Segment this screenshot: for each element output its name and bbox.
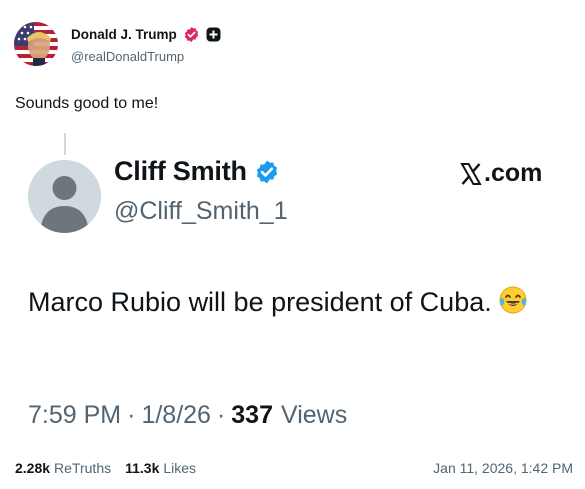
- quoted-meta: 7:59 PM · 1/8/26 · 337 Views: [28, 401, 347, 430]
- verified-check-icon: [254, 159, 280, 185]
- meta-separator: ·: [216, 401, 226, 429]
- quoted-text: Marco Rubio will be president of Cuba.: [28, 281, 548, 323]
- quoted-handle[interactable]: @Cliff_Smith_1: [114, 197, 288, 226]
- thread-divider: [64, 133, 66, 155]
- retruths-count: 2.28k: [15, 460, 51, 476]
- quoted-date[interactable]: 1/8/26: [141, 401, 211, 430]
- x-logo-icon: [459, 162, 483, 186]
- author-handle[interactable]: @realDonaldTrump: [71, 49, 221, 64]
- views-count: 337: [231, 401, 273, 429]
- likes-label: Likes: [163, 460, 197, 476]
- quoted-avatar[interactable]: [28, 160, 101, 233]
- views-label: Views: [281, 401, 348, 429]
- quoted-text-body: Marco Rubio will be president of Cuba.: [28, 287, 492, 317]
- post-header: Donald J. Trump @realDonaldTrump: [14, 22, 221, 66]
- verified-badge-icon: [183, 26, 200, 43]
- post-timestamp[interactable]: Jan 11, 2026, 1:42 PM: [433, 460, 573, 476]
- quoted-display-name[interactable]: Cliff Smith: [114, 156, 247, 187]
- tears-of-joy-emoji-icon: [498, 285, 528, 315]
- retruths-label: ReTruths: [54, 460, 112, 476]
- author-display-name[interactable]: Donald J. Trump: [71, 27, 177, 42]
- source-label: .com: [459, 159, 542, 188]
- retruths-stat[interactable]: 2.28k ReTruths: [15, 460, 111, 476]
- likes-stat[interactable]: 11.3k Likes: [125, 460, 196, 476]
- author-avatar[interactable]: [14, 22, 58, 66]
- source-domain: .com: [484, 159, 543, 187]
- post-footer: 2.28k ReTruths 11.3k Likes Jan 11, 2026, 1…: [15, 460, 573, 476]
- plus-badge-icon: [206, 27, 221, 42]
- quoted-time[interactable]: 7:59 PM: [28, 401, 121, 430]
- likes-count: 11.3k: [125, 460, 160, 476]
- post-text: Sounds good to me!: [15, 95, 159, 112]
- meta-separator: ·: [127, 401, 136, 429]
